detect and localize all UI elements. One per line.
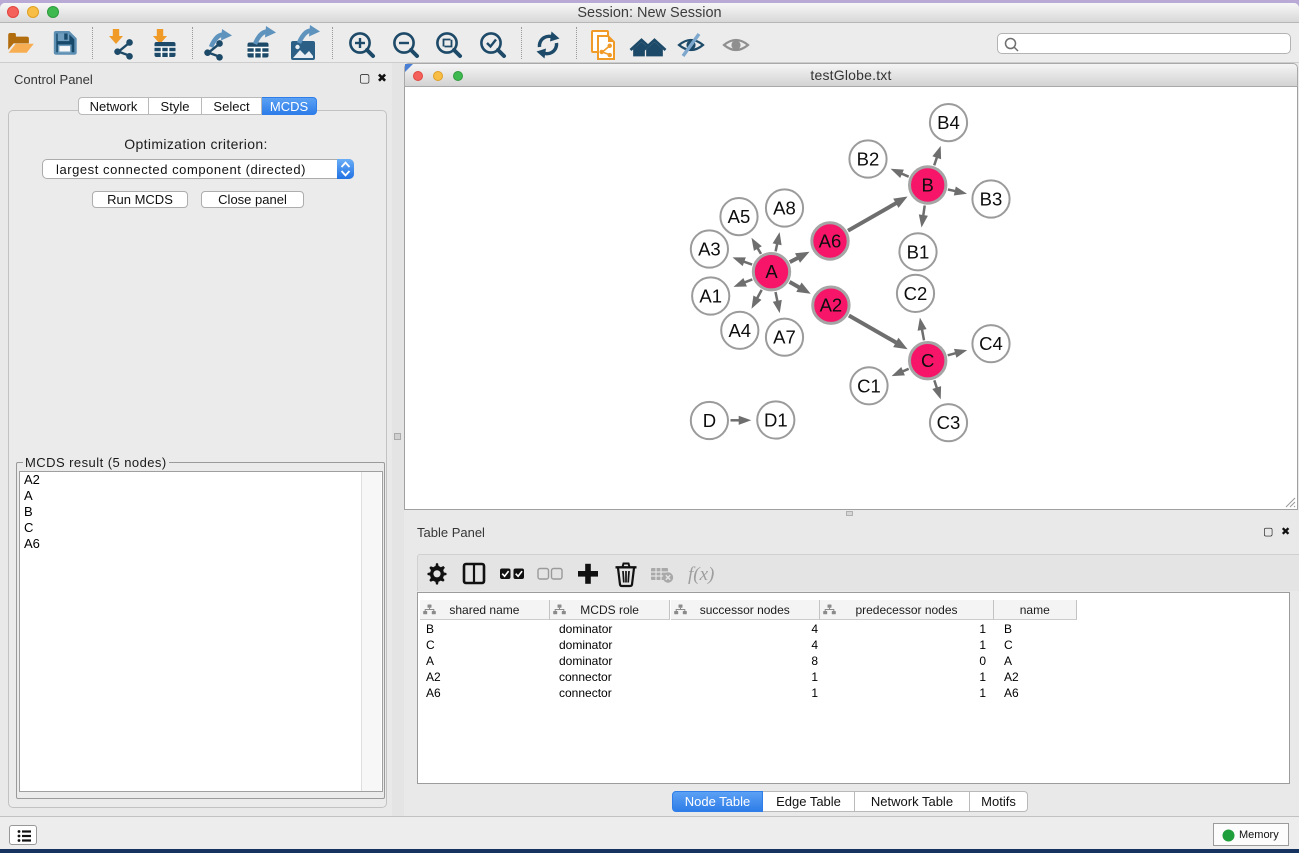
svg-text:D1: D1 bbox=[764, 410, 788, 431]
svg-text:A4: A4 bbox=[728, 320, 751, 341]
svg-text:C4: C4 bbox=[979, 333, 1003, 354]
svg-text:A7: A7 bbox=[773, 327, 796, 348]
svg-text:B1: B1 bbox=[907, 241, 930, 262]
svg-text:B: B bbox=[922, 175, 934, 196]
svg-text:A8: A8 bbox=[773, 198, 796, 219]
svg-text:C3: C3 bbox=[937, 412, 961, 433]
svg-text:B2: B2 bbox=[857, 149, 880, 170]
svg-text:B3: B3 bbox=[980, 189, 1003, 210]
svg-text:A5: A5 bbox=[728, 206, 751, 227]
svg-text:B4: B4 bbox=[937, 112, 960, 133]
svg-text:A6: A6 bbox=[819, 231, 842, 252]
svg-text:f(x): f(x) bbox=[688, 564, 714, 585]
svg-text:D: D bbox=[703, 410, 716, 431]
svg-text:C2: C2 bbox=[904, 283, 928, 304]
svg-text:A: A bbox=[765, 261, 778, 282]
svg-text:A1: A1 bbox=[699, 286, 722, 307]
svg-text:A3: A3 bbox=[698, 239, 721, 260]
svg-text:C: C bbox=[921, 350, 934, 371]
svg-text:A2: A2 bbox=[820, 295, 843, 316]
svg-text:C1: C1 bbox=[857, 375, 881, 396]
